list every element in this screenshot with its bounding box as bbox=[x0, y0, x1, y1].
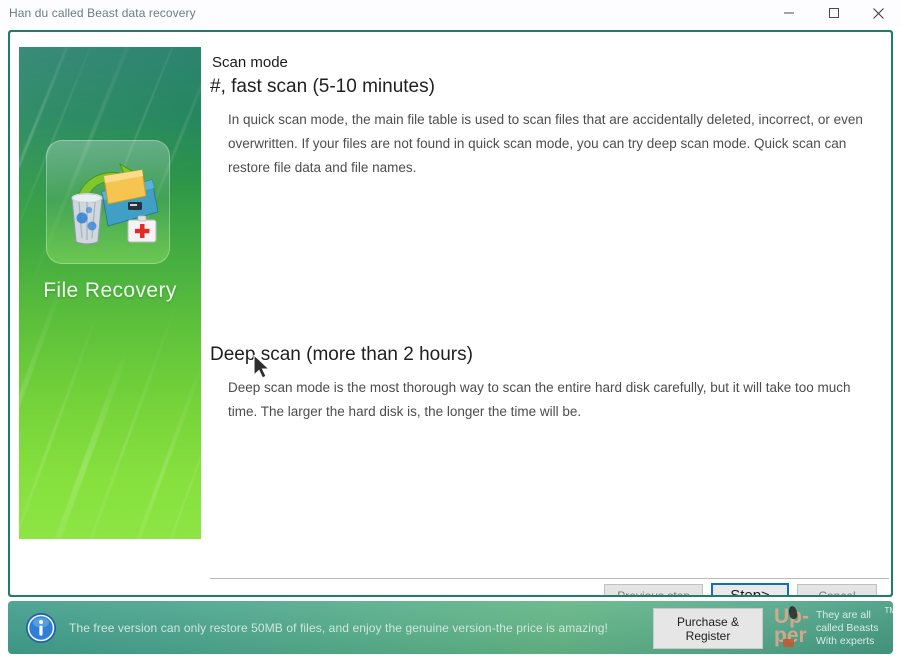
maximize-icon bbox=[828, 8, 839, 18]
previous-step-button[interactable]: Previous step bbox=[604, 584, 703, 595]
close-button[interactable] bbox=[856, 0, 901, 26]
minimize-icon bbox=[783, 12, 794, 14]
title-bar: Han du called Beast data recovery bbox=[0, 0, 901, 26]
maximize-button[interactable] bbox=[811, 0, 856, 26]
file-recovery-glyph bbox=[71, 162, 159, 245]
close-icon bbox=[873, 7, 884, 19]
brand-tagline-line2: called Beasts bbox=[816, 622, 879, 634]
purchase-register-button[interactable]: Purchase & Register bbox=[653, 608, 763, 649]
file-recovery-icon bbox=[46, 140, 170, 264]
brand-watermark: Up- per They are all called Beasts With … bbox=[770, 605, 893, 651]
deep-scan-block[interactable]: Deep scan (more than 2 hours) Deep scan … bbox=[210, 344, 868, 424]
promo-bar: The free version can only restore 50MB o… bbox=[8, 601, 893, 654]
brand-tagline-line3: With experts bbox=[816, 635, 875, 647]
window-controls bbox=[766, 0, 901, 26]
window-frame: File Recovery Scan mode #, fast scan (5-… bbox=[8, 30, 893, 597]
window-title: Han du called Beast data recovery bbox=[9, 6, 196, 20]
branding-panel: File Recovery bbox=[19, 47, 201, 539]
footer-button-row: Previous step Step> Cancel bbox=[604, 583, 877, 595]
minimize-button[interactable] bbox=[766, 0, 811, 26]
scan-mode-label: Scan mode bbox=[212, 54, 288, 71]
quick-scan-block[interactable]: Scan mode #, fast scan (5-10 minutes) In… bbox=[210, 54, 868, 180]
info-icon bbox=[25, 612, 57, 644]
next-step-button[interactable]: Step> bbox=[711, 583, 789, 595]
deep-scan-heading: Deep scan (more than 2 hours) bbox=[210, 344, 473, 365]
branding-panel-label: File Recovery bbox=[43, 279, 177, 302]
info-circle-icon bbox=[26, 612, 56, 643]
quick-scan-heading: #, fast scan (5-10 minutes) bbox=[210, 76, 435, 97]
brand-accent-icon bbox=[783, 639, 794, 647]
brand-tagline: They are all called Beasts With experts bbox=[816, 609, 878, 648]
footer-divider bbox=[210, 578, 889, 579]
quick-scan-description: In quick scan mode, the main file table … bbox=[228, 112, 863, 175]
window-body: File Recovery Scan mode #, fast scan (5-… bbox=[10, 32, 891, 595]
cancel-button[interactable]: Cancel bbox=[797, 584, 877, 595]
deep-scan-description: Deep scan mode is the most thorough way … bbox=[228, 380, 851, 419]
brand-tagline-line1: They are all bbox=[816, 609, 871, 621]
promo-message: The free version can only restore 50MB o… bbox=[69, 620, 608, 635]
brand-trademark: TM bbox=[884, 606, 893, 615]
